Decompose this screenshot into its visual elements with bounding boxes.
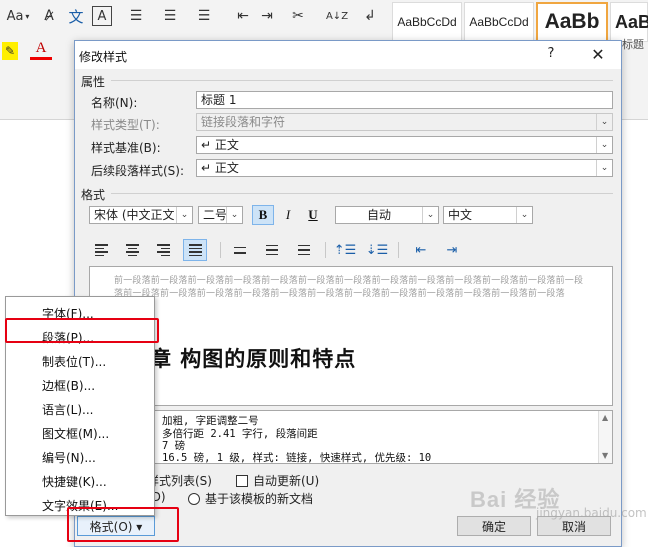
increase-indent-button[interactable]: ⇥	[256, 6, 278, 26]
properties-section: 属性	[81, 75, 106, 89]
chevron-down-icon: ⌄	[422, 207, 438, 223]
language-select[interactable]: 中文 ⌄	[443, 206, 533, 224]
style-tile-heading1[interactable]: AaBb	[536, 2, 608, 42]
increase-indent-icon[interactable]: ⇥	[440, 239, 464, 261]
description-scrollbar[interactable]: ▲ ▼	[598, 411, 612, 463]
dialog-titlebar: 修改样式 ? ✕	[75, 41, 621, 69]
style-type-label: 样式类型(T):	[91, 118, 160, 132]
font-select[interactable]: 宋体 (中文正文 ⌄	[89, 206, 193, 224]
menu-item-shortcut[interactable]: 快捷键(K)...	[42, 473, 107, 490]
numbering-button[interactable]: ☰	[158, 6, 182, 26]
close-icon[interactable]: ✕	[583, 44, 613, 66]
dialog-title: 修改样式	[79, 50, 128, 64]
style-tile-no-spacing[interactable]: AaBbCcDd	[464, 2, 534, 42]
decrease-para-spacing-button[interactable]: ⇣☰	[365, 239, 389, 261]
align-right-button[interactable]	[151, 239, 175, 261]
chevron-down-icon: ⌄	[516, 207, 532, 223]
bold-button[interactable]: B	[252, 205, 274, 225]
align-center-button[interactable]	[120, 239, 144, 261]
font-color-select[interactable]: 自动 ⌄	[335, 206, 439, 224]
font-size-button[interactable]: Aa ▾	[4, 6, 32, 26]
show-marks-button[interactable]: ↲	[360, 6, 380, 26]
checkbox-box[interactable]	[236, 474, 248, 487]
single-spacing-button[interactable]	[228, 239, 252, 261]
phonetic-guide-button[interactable]: 文	[64, 6, 88, 26]
justify-button[interactable]	[183, 239, 207, 261]
highlight-icon[interactable]: ✎	[2, 42, 18, 60]
preview-previous-paragraph: 前一段落前一段落前一段落前一段落前一段落前一段落前一段落前一段落前一段落前一段落…	[114, 276, 584, 299]
add-to-gallery-checkbox[interactable]: 样式列表(S)	[147, 472, 212, 489]
name-field[interactable]: 标题 1	[196, 91, 613, 109]
menu-item-frame[interactable]: 图文框(M)...	[42, 425, 109, 442]
format-section: 格式	[81, 188, 106, 202]
underline-button[interactable]: U	[302, 205, 324, 225]
radio-circle[interactable]	[188, 492, 200, 505]
chevron-down-icon: ⌄	[596, 137, 612, 153]
menu-item-language[interactable]: 语言(L)...	[42, 401, 94, 418]
menu-item-font[interactable]: 字体(F)...	[42, 305, 94, 322]
description-line: 16.5 磅, 1 级, 样式: 链接, 快速样式, 优先级: 10	[162, 452, 432, 464]
style-tile-sub: 标题	[622, 38, 644, 51]
menu-item-border[interactable]: 边框(B)...	[42, 377, 95, 394]
preview-heading: 一章 构图的原则和特点	[128, 346, 357, 371]
asian-layout-button[interactable]: ✂	[286, 6, 310, 26]
menu-item-text-effects[interactable]: 文字效果(E)...	[42, 497, 118, 514]
modify-style-dialog: 修改样式 ? ✕ 属性 名称(N): 标题 1 样式类型(T): 链接段落和字符…	[74, 40, 622, 547]
style-type-select[interactable]: 链接段落和字符 ⌄	[196, 113, 613, 131]
style-preview: 前一段落前一段落前一段落前一段落前一段落前一段落前一段落前一段落前一段落前一段落…	[89, 266, 613, 406]
italic-button[interactable]: I	[277, 205, 299, 225]
section-divider	[111, 80, 613, 81]
font-color-button[interactable]: A	[30, 40, 52, 60]
double-spacing-button[interactable]	[292, 239, 316, 261]
wen-icon: 文	[68, 7, 84, 26]
chevron-down-icon: ⌄	[226, 207, 242, 223]
style-base-label: 样式基准(B):	[91, 141, 161, 155]
one-half-spacing-button[interactable]	[260, 239, 284, 261]
ok-button[interactable]: 确定	[457, 516, 531, 536]
size-select[interactable]: 二号 ⌄	[198, 206, 243, 224]
template-docs-radio[interactable]: 基于该模板的新文档	[188, 490, 313, 507]
format-menu-button[interactable]: 格式(O) ▾	[77, 516, 155, 536]
sort-button[interactable]: A↓Z	[326, 6, 348, 26]
chevron-down-icon: ▾	[25, 11, 30, 21]
name-label: 名称(N):	[91, 96, 138, 110]
style-base-select[interactable]: ↵ 正文 ⌄	[196, 136, 613, 154]
align-left-button[interactable]	[89, 239, 113, 261]
chevron-down-icon: ⌄	[596, 114, 612, 130]
style-tile-normal[interactable]: AaBbCcDd	[392, 2, 462, 42]
help-icon[interactable]: ?	[541, 44, 561, 64]
format-dropdown-menu: 字体(F)... 段落(P)... 制表位(T)... 边框(B)... 语言(…	[5, 296, 155, 516]
menu-item-paragraph[interactable]: 段落(P)...	[42, 329, 94, 346]
baidu-watermark-url: jingyan.baidu.com	[536, 506, 647, 520]
increase-para-spacing-button[interactable]: ⇡☰	[333, 239, 357, 261]
scroll-up-icon[interactable]: ▲	[602, 413, 608, 422]
toolbar-separator	[325, 242, 326, 258]
toolbar-separator	[220, 242, 221, 258]
style-description: 加粗, 字距调整二号 多倍行距 2.41 字行, 段落间距 7 磅 16.5 磅…	[89, 410, 613, 464]
decrease-indent-icon[interactable]: ⇤	[409, 239, 433, 261]
clear-format-icon[interactable]: A̷	[38, 6, 60, 26]
auto-update-checkbox[interactable]: 自动更新(U)	[236, 472, 319, 489]
char-border-button[interactable]: A	[92, 6, 112, 26]
next-style-select[interactable]: ↵ 正文 ⌄	[196, 159, 613, 177]
next-style-label: 后续段落样式(S):	[91, 164, 185, 178]
menu-item-tabs[interactable]: 制表位(T)...	[42, 353, 106, 370]
chevron-down-icon: ⌄	[176, 207, 192, 223]
section-divider	[111, 193, 613, 194]
description-line: 多倍行距 2.41 字行, 段落间距	[162, 428, 318, 440]
chevron-down-icon: ⌄	[596, 160, 612, 176]
bullets-button[interactable]: ☰	[124, 6, 148, 26]
toolbar-separator	[398, 242, 399, 258]
decrease-indent-button[interactable]: ⇤	[232, 6, 254, 26]
scroll-down-icon[interactable]: ▼	[602, 451, 608, 460]
multilevel-list-button[interactable]: ☰	[192, 6, 216, 26]
menu-item-numbering[interactable]: 编号(N)...	[42, 449, 96, 466]
